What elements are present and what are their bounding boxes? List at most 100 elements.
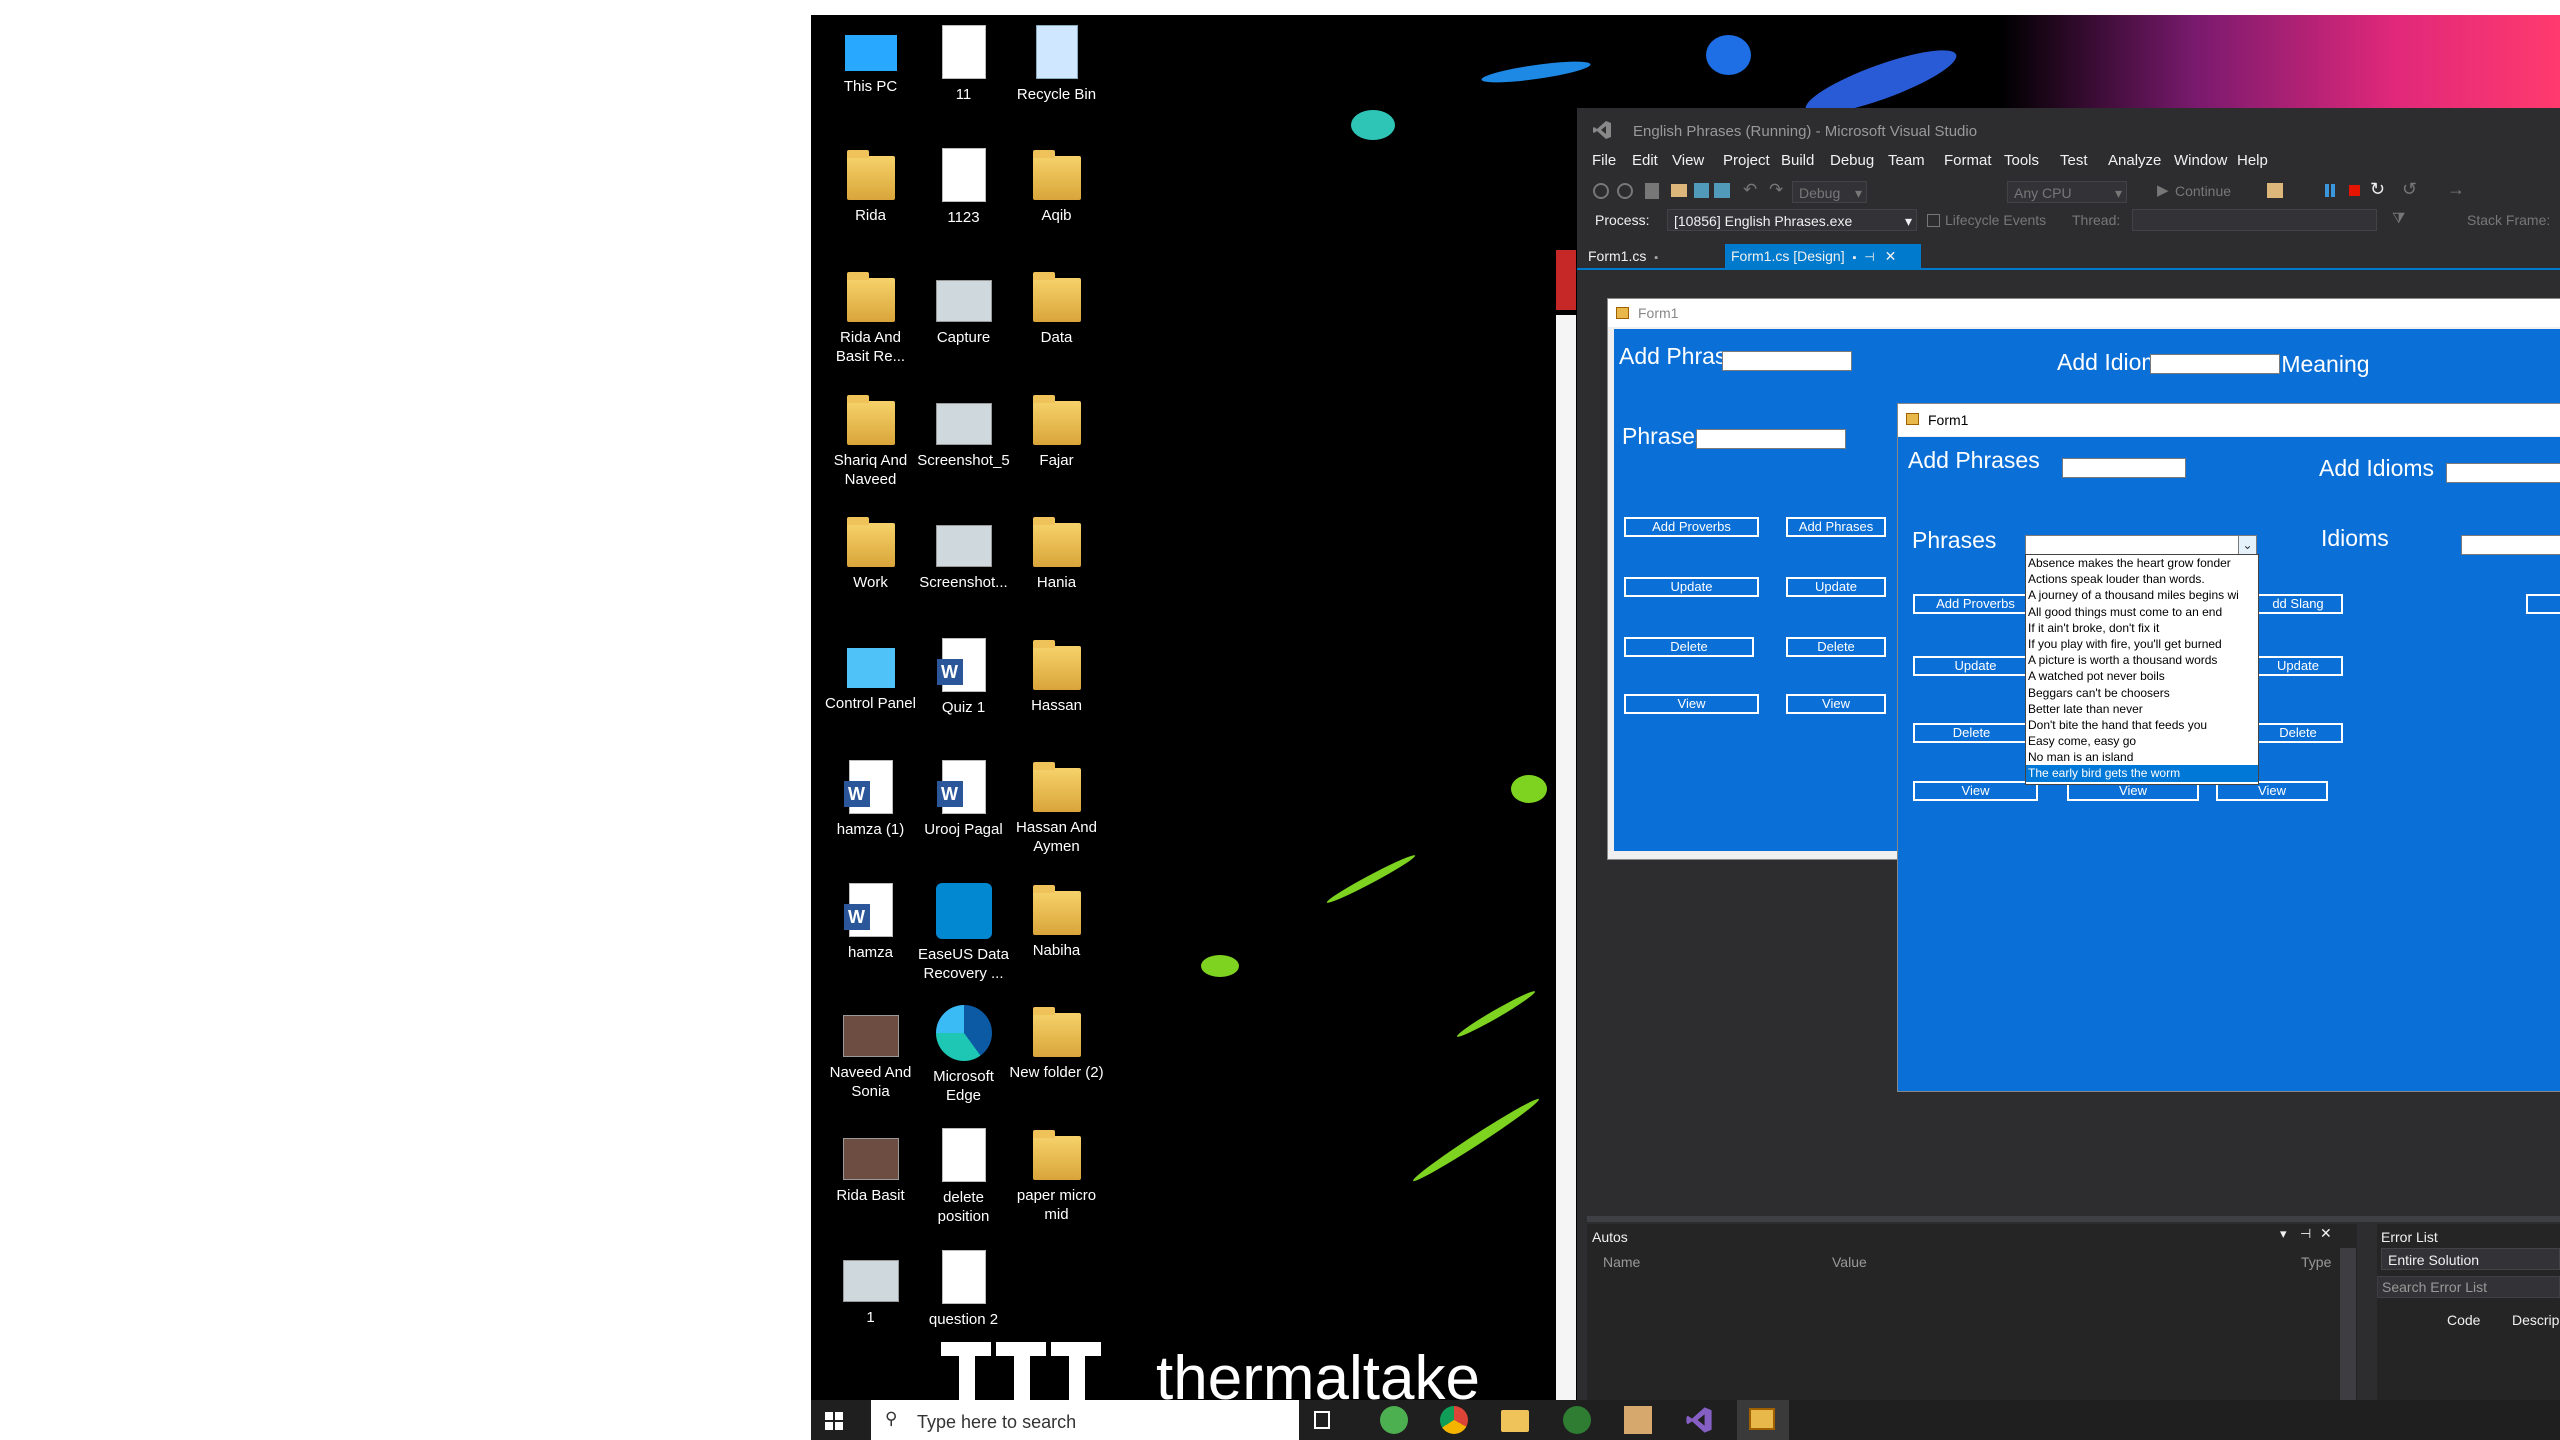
desktop-icon[interactable]: paper micro mid <box>1009 1128 1104 1224</box>
add-proverbs-button[interactable]: Add Proverbs <box>1913 594 2038 614</box>
menu-help[interactable]: Help <box>2237 152 2268 169</box>
configuration-dropdown[interactable]: Debug ▾ <box>1792 181 1867 203</box>
menu-build[interactable]: Build <box>1781 152 1814 169</box>
desktop-icon[interactable]: Hania <box>1009 515 1104 592</box>
running-app-indicator[interactable] <box>1737 1400 1789 1440</box>
filter-icon[interactable]: ⧩ <box>2392 210 2405 227</box>
lifecycle-events-button[interactable]: Lifecycle Events <box>1945 212 2046 228</box>
phrase-option[interactable]: A journey of a thousand miles begins wi <box>2026 587 2258 603</box>
phrase-option[interactable]: A picture is worth a thousand words <box>2026 652 2258 668</box>
phrase-option[interactable]: All good things must come to an end <box>2026 604 2258 620</box>
step-over-icon[interactable]: → <box>2447 179 2465 200</box>
menu-edit[interactable]: Edit <box>1632 152 1658 169</box>
update-button-2[interactable]: Update <box>2253 656 2343 676</box>
save-icon[interactable] <box>1694 183 1709 198</box>
forward-icon[interactable] <box>1617 183 1633 199</box>
delete-button[interactable]: Delete <box>1913 723 2030 743</box>
visual-studio-icon[interactable] <box>1685 1406 1713 1434</box>
phrase-option[interactable]: No man is an island <box>2026 749 2258 765</box>
chevron-down-icon[interactable]: ▾ <box>2280 1226 2287 1242</box>
combo-dropdown-button[interactable]: ⌄ <box>2238 536 2256 554</box>
view-button[interactable]: View <box>1913 781 2038 801</box>
phrase-option[interactable]: Easy come, easy go <box>2026 733 2258 749</box>
open-folder-icon[interactable] <box>1671 184 1687 197</box>
desktop-icon[interactable]: Fajar <box>1009 393 1104 470</box>
desktop-icon[interactable]: This PC <box>823 25 918 96</box>
desktop-icon[interactable]: Rida And Basit Re... <box>823 270 918 366</box>
new-project-icon[interactable] <box>1645 183 1659 199</box>
back-icon[interactable] <box>1593 183 1609 199</box>
menu-analyze[interactable]: Analyze <box>2108 152 2161 169</box>
desktop-icon[interactable]: 11 <box>916 25 1011 104</box>
menu-view[interactable]: View <box>1672 152 1704 169</box>
utorrent-icon[interactable] <box>1380 1406 1408 1434</box>
designer-add-proverbs-button[interactable]: Add Proverbs <box>1624 517 1759 537</box>
desktop-icon[interactable]: 1 <box>823 1250 918 1327</box>
designer-delete-button[interactable]: Delete <box>1624 637 1754 657</box>
platform-dropdown[interactable]: Any CPU ▾ <box>2007 181 2127 203</box>
desktop-icon[interactable]: Whamza (1) <box>823 760 918 839</box>
designer-phrases-combo[interactable] <box>1696 429 1846 449</box>
tab-pin-icon[interactable]: ⊣ <box>1864 250 1874 264</box>
desktop-icon[interactable]: Nabiha <box>1009 883 1104 960</box>
menu-tools[interactable]: Tools <box>2004 152 2039 169</box>
continue-icon[interactable]: ▶ <box>2157 181 2169 199</box>
desktop-icon[interactable]: Capture <box>916 270 1011 347</box>
process-dropdown[interactable]: [10856] English Phrases.exe ▾ <box>1667 209 1917 231</box>
desktop-icon[interactable]: W Urooj Pagal <box>916 760 1011 839</box>
designer-update-button[interactable]: Update <box>1624 577 1759 597</box>
desktop-icon[interactable]: W Quiz 1 <box>916 637 1011 717</box>
phrase-option[interactable]: If it ain't broke, don't fix it <box>2026 620 2258 636</box>
close-icon[interactable]: ✕ <box>1885 248 1897 264</box>
phrase-option[interactable]: If you play with fire, you'll get burned <box>2026 636 2258 652</box>
add-idioms-input[interactable] <box>2446 463 2560 483</box>
desktop-icon[interactable]: Hassan <box>1009 638 1104 715</box>
restart-icon[interactable]: ↻ <box>2370 179 2385 200</box>
phrase-option[interactable]: Actions speak louder than words. <box>2026 571 2258 587</box>
desktop-icon[interactable]: New folder (2) <box>1009 1005 1104 1082</box>
desktop-icon[interactable]: Rida Basit <box>823 1128 918 1205</box>
desktop-icon[interactable]: Data <box>1009 270 1104 347</box>
file-explorer-icon[interactable] <box>1501 1410 1529 1432</box>
menu-window[interactable]: Window <box>2174 152 2227 169</box>
designer-view-button[interactable]: View <box>1624 694 1759 714</box>
menu-format[interactable]: Format <box>1944 152 1992 169</box>
pause-icon[interactable] <box>2325 184 2335 197</box>
desktop-icon[interactable]: Screenshot... <box>916 515 1011 592</box>
pin-icon[interactable]: ⊣ <box>2300 1226 2311 1242</box>
thread-dropdown[interactable] <box>2132 209 2377 231</box>
desktop-icon[interactable]: Rida <box>823 148 918 225</box>
desktop-icon[interactable]: 1123 <box>916 147 1011 227</box>
idioms-input[interactable] <box>2461 535 2560 555</box>
phrase-option[interactable]: Don't bite the hand that feeds you <box>2026 717 2258 733</box>
phrase-option[interactable]: A watched pot never boils <box>2026 668 2258 684</box>
phrases-dropdown-list[interactable]: Absence makes the heart grow fonder Actio… <box>2025 554 2259 785</box>
desktop-icon[interactable]: delete position <box>916 1127 1011 1226</box>
app-icon[interactable] <box>1563 1406 1591 1434</box>
right-edge-button[interactable] <box>2526 594 2560 614</box>
desktop-icon[interactable]: Recycle Bin <box>1009 25 1104 104</box>
designer-view-button-2[interactable]: View <box>1786 694 1886 714</box>
diagnostic-icon[interactable] <box>2267 183 2283 198</box>
designer-update-button-2[interactable]: Update <box>1786 577 1886 597</box>
step-icon[interactable]: ↺ <box>2402 179 2417 200</box>
phrase-option[interactable]: The early bird gets the worm <box>2026 765 2258 782</box>
start-windows-icon[interactable] <box>825 1412 843 1430</box>
menu-test[interactable]: Test <box>2060 152 2088 169</box>
desktop-icon[interactable]: Work <box>823 515 918 592</box>
delete-button-2[interactable]: Delete <box>2253 723 2343 743</box>
desktop-icon[interactable]: Aqib <box>1009 148 1104 225</box>
close-icon[interactable]: ✕ <box>2320 1225 2332 1242</box>
package-icon[interactable] <box>1624 1406 1652 1434</box>
stop-icon[interactable] <box>2349 185 2360 196</box>
menu-file[interactable]: File <box>1592 152 1616 169</box>
continue-button[interactable]: Continue <box>2175 183 2231 199</box>
designer-delete-button-2[interactable]: Delete <box>1786 637 1886 657</box>
phrase-option[interactable]: Beggars can't be choosers <box>2026 685 2258 701</box>
desktop-icon[interactable]: Control Panel <box>823 638 918 713</box>
desktop-icon[interactable]: Shariq And Naveed <box>823 393 918 489</box>
menu-debug[interactable]: Debug <box>1830 152 1874 169</box>
phrase-option[interactable]: Absence makes the heart grow fonder <box>2026 555 2258 571</box>
desktop-icon[interactable]: Microsoft Edge <box>916 1005 1011 1105</box>
pin-icon[interactable]: ▪ <box>1654 252 1658 264</box>
